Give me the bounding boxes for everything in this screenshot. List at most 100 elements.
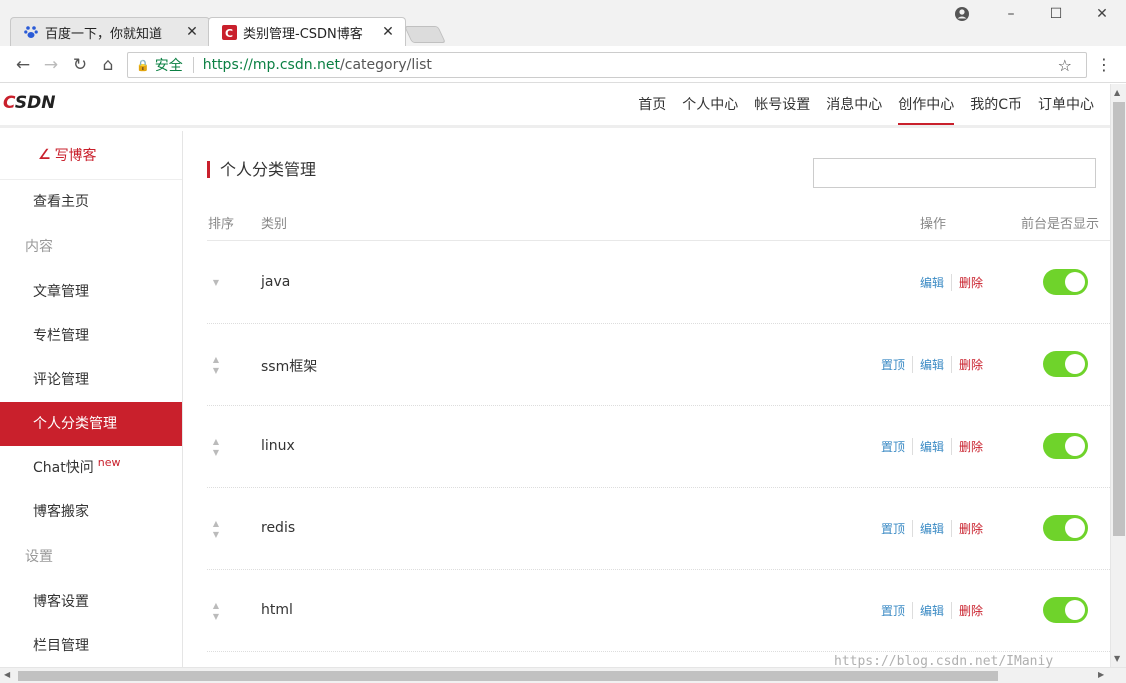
row-ops: 置顶 编辑 删除 bbox=[874, 356, 990, 373]
horizontal-scrollbar[interactable]: ◀ ▶ bbox=[0, 667, 1126, 683]
tab-close-icon[interactable]: ✕ bbox=[379, 24, 397, 40]
tab-csdn-category[interactable]: C 类别管理-CSDN博客 ✕ bbox=[208, 17, 406, 46]
pin-top-link[interactable]: 置顶 bbox=[874, 602, 912, 619]
sidebar-item-blog-move[interactable]: 博客搬家 bbox=[0, 490, 182, 534]
window-close-icon[interactable]: ✕ bbox=[1092, 6, 1112, 22]
toggle-knob bbox=[1065, 354, 1085, 374]
secure-indicator[interactable]: 🔒 安全 bbox=[128, 55, 183, 75]
title-bar: 百度一下，你就知道 ✕ C 类别管理-CSDN博客 ✕ – ☐ ✕ bbox=[0, 0, 1126, 46]
bookmark-star-icon[interactable]: ☆ bbox=[1058, 56, 1072, 75]
secure-label: 安全 bbox=[154, 58, 183, 74]
nav-messages[interactable]: 消息中心 bbox=[818, 84, 890, 125]
sort-up-icon[interactable]: ▲ bbox=[211, 600, 221, 611]
write-blog-button[interactable]: ∠ 写博客 bbox=[0, 131, 182, 180]
delete-link[interactable]: 删除 bbox=[950, 602, 990, 619]
address-bar[interactable]: 🔒 安全 https://mp.csdn.net /category/list … bbox=[127, 52, 1087, 78]
delete-link[interactable]: 删除 bbox=[950, 438, 990, 455]
sort-down-icon[interactable]: ▼ bbox=[211, 447, 221, 458]
tab-title: 类别管理-CSDN博客 bbox=[243, 26, 363, 42]
edit-link[interactable]: 编辑 bbox=[913, 274, 951, 291]
edit-link[interactable]: 编辑 bbox=[911, 602, 951, 619]
sort-up-icon[interactable]: ▲ bbox=[211, 354, 221, 365]
browser-menu-icon[interactable]: ⋮ bbox=[1096, 55, 1112, 74]
pin-top-link[interactable]: 置顶 bbox=[874, 356, 912, 373]
sidebar-item-chat[interactable]: Chat快问 new bbox=[0, 446, 182, 490]
show-toggle[interactable] bbox=[1043, 433, 1088, 459]
sidebar-item-view-home[interactable]: 查看主页 bbox=[0, 180, 182, 224]
delete-link[interactable]: 删除 bbox=[950, 274, 990, 291]
edit-link[interactable]: 编辑 bbox=[911, 520, 951, 537]
tab-close-icon[interactable]: ✕ bbox=[183, 24, 201, 40]
sort-down-icon[interactable]: ▼ bbox=[211, 529, 221, 540]
forward-icon[interactable]: → bbox=[40, 56, 62, 74]
sidebar-item-comments[interactable]: 评论管理 bbox=[0, 358, 182, 402]
sidebar-item-categories[interactable]: 个人分类管理 bbox=[0, 402, 182, 446]
sidebar-item-blog-settings[interactable]: 博客设置 bbox=[0, 580, 182, 624]
sidebar-item-label: Chat快问 bbox=[33, 460, 94, 476]
sort-arrows[interactable]: ▲ ▼ bbox=[211, 436, 221, 458]
sort-arrows[interactable]: ▲ ▼ bbox=[211, 354, 221, 376]
new-badge: new bbox=[97, 456, 121, 469]
table-row: ▲ ▼ ssm框架 置顶 编辑 删除 bbox=[207, 324, 1110, 406]
sort-down-icon[interactable]: ▼ bbox=[211, 365, 221, 376]
sort-up-icon[interactable]: ▲ bbox=[211, 518, 221, 529]
sort-down-icon[interactable]: ▼ bbox=[211, 611, 221, 622]
show-toggle[interactable] bbox=[1043, 351, 1088, 377]
delete-link[interactable]: 删除 bbox=[950, 520, 990, 537]
scroll-up-icon[interactable]: ▲ bbox=[1114, 88, 1120, 97]
scroll-right-icon[interactable]: ▶ bbox=[1098, 670, 1104, 679]
home-icon[interactable]: ⌂ bbox=[97, 56, 119, 74]
url-host: https://mp.csdn.net bbox=[202, 57, 341, 73]
nav-personal-center[interactable]: 个人中心 bbox=[674, 84, 746, 125]
nav-account-settings[interactable]: 帐号设置 bbox=[746, 84, 818, 125]
sort-arrows[interactable]: ▼ bbox=[211, 272, 221, 288]
category-name: linux bbox=[261, 438, 295, 454]
edit-link[interactable]: 编辑 bbox=[911, 356, 951, 373]
sidebar: ∠ 写博客 查看主页 内容 文章管理 专栏管理 评论管理 个人分类管理 Chat… bbox=[0, 131, 183, 671]
maximize-icon[interactable]: ☐ bbox=[1046, 6, 1066, 22]
minimize-icon[interactable]: – bbox=[1001, 6, 1021, 22]
sidebar-item-columns[interactable]: 专栏管理 bbox=[0, 314, 182, 358]
sidebar-item-articles[interactable]: 文章管理 bbox=[0, 270, 182, 314]
table-header: 排序 类别 操作 前台是否显示 bbox=[207, 201, 1110, 241]
nav-creation-center[interactable]: 创作中心 bbox=[890, 84, 962, 125]
horizontal-scroll-thumb[interactable] bbox=[18, 671, 998, 681]
delete-link[interactable]: 删除 bbox=[950, 356, 990, 373]
category-input[interactable] bbox=[813, 158, 1096, 188]
back-icon[interactable]: ← bbox=[12, 56, 34, 74]
sort-up-icon[interactable]: ▲ bbox=[211, 436, 221, 447]
tab-baidu[interactable]: 百度一下，你就知道 ✕ bbox=[10, 17, 210, 46]
url-path: /category/list bbox=[340, 57, 432, 73]
vertical-scroll-thumb[interactable] bbox=[1113, 102, 1125, 536]
category-name: ssm框架 bbox=[261, 359, 318, 375]
category-name: html bbox=[261, 602, 293, 618]
scroll-left-icon[interactable]: ◀ bbox=[4, 670, 10, 679]
show-toggle[interactable] bbox=[1043, 515, 1088, 541]
csdn-logo[interactable]: CSDN bbox=[3, 93, 55, 113]
toggle-knob bbox=[1065, 272, 1085, 292]
top-nav: 首页 个人中心 帐号设置 消息中心 创作中心 我的C币 订单中心 bbox=[630, 84, 1102, 125]
edit-link[interactable]: 编辑 bbox=[911, 438, 951, 455]
sort-arrows[interactable]: ▲ ▼ bbox=[211, 518, 221, 540]
nav-my-coins[interactable]: 我的C币 bbox=[962, 84, 1030, 125]
nav-orders[interactable]: 订单中心 bbox=[1030, 84, 1102, 125]
watermark: https://blog.csdn.net/IManiy bbox=[834, 654, 1054, 669]
profile-icon[interactable] bbox=[952, 6, 972, 26]
nav-home[interactable]: 首页 bbox=[630, 84, 674, 125]
new-tab-button[interactable] bbox=[404, 26, 446, 43]
sort-arrows[interactable]: ▲ ▼ bbox=[211, 600, 221, 622]
table-row: ▲ ▼ html 置顶 编辑 删除 bbox=[207, 570, 1110, 652]
col-sort: 排序 bbox=[208, 217, 235, 232]
sidebar-item-column-management[interactable]: 栏目管理 bbox=[0, 624, 182, 668]
reload-icon[interactable]: ↻ bbox=[69, 56, 91, 74]
table-row: ▲ ▼ linux 置顶 编辑 删除 bbox=[207, 406, 1110, 488]
vertical-scrollbar[interactable]: ▲ ▼ bbox=[1110, 84, 1126, 667]
sort-down-icon[interactable]: ▼ bbox=[211, 277, 221, 288]
sidebar-group-content: 内容 bbox=[25, 239, 53, 255]
page-title: 个人分类管理 bbox=[207, 161, 316, 178]
show-toggle[interactable] bbox=[1043, 597, 1088, 623]
scroll-down-icon[interactable]: ▼ bbox=[1114, 654, 1120, 663]
show-toggle[interactable] bbox=[1043, 269, 1088, 295]
pin-top-link[interactable]: 置顶 bbox=[874, 520, 912, 537]
pin-top-link[interactable]: 置顶 bbox=[874, 438, 912, 455]
